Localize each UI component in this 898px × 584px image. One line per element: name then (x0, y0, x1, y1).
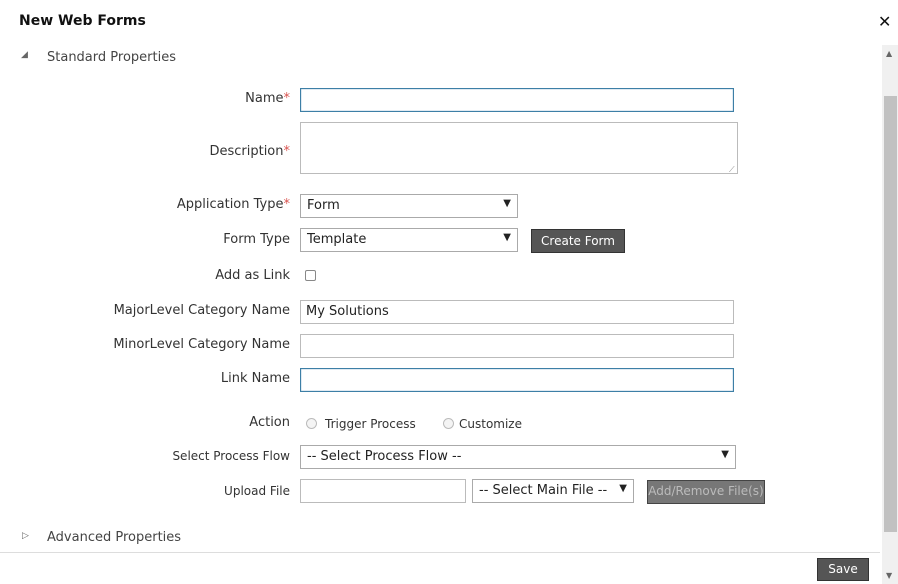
name-input[interactable] (300, 88, 734, 112)
process-flow-select[interactable]: -- Select Process Flow -- ▼ (300, 445, 736, 469)
minor-category-input[interactable] (300, 334, 734, 358)
customize-radio[interactable] (443, 418, 454, 429)
chevron-down-icon: ▼ (721, 449, 729, 460)
major-category-input[interactable]: My Solutions (300, 300, 734, 324)
dialog-title: New Web Forms (19, 13, 146, 29)
close-icon[interactable]: ✕ (878, 12, 891, 31)
form-type-value: Template (307, 232, 367, 247)
create-form-button[interactable]: Create Form (531, 229, 625, 253)
scroll-up-icon[interactable]: ▲ (886, 49, 892, 58)
description-textarea[interactable] (300, 122, 738, 174)
major-category-label: MajorLevel Category Name (113, 303, 290, 318)
scrollbar-thumb[interactable] (884, 96, 897, 532)
scroll-down-icon[interactable]: ▼ (886, 571, 892, 580)
section-standard-properties[interactable]: Standard Properties (47, 50, 176, 65)
application-type-label: Application Type* (176, 197, 290, 212)
trigger-process-label: Trigger Process (325, 417, 416, 431)
customize-label: Customize (459, 417, 522, 431)
minor-category-label: MinorLevel Category Name (113, 337, 290, 352)
chevron-down-icon: ▼ (503, 232, 511, 243)
form-type-label: Form Type (223, 232, 290, 247)
chevron-down-icon: ▼ (619, 483, 627, 494)
link-name-input[interactable] (300, 368, 734, 392)
add-as-link-label: Add as Link (215, 268, 290, 283)
process-flow-value: -- Select Process Flow -- (307, 449, 462, 464)
resize-handle-icon[interactable]: ⟋ (729, 165, 735, 175)
save-button[interactable]: Save (817, 558, 869, 581)
process-flow-label: Select Process Flow (172, 449, 290, 463)
name-label: Name* (245, 91, 290, 106)
main-file-select[interactable]: -- Select Main File -- ▼ (472, 479, 634, 503)
section-advanced-properties[interactable]: Advanced Properties (47, 530, 181, 545)
form-type-select[interactable]: Template ▼ (300, 228, 518, 252)
main-file-value: -- Select Main File -- (479, 483, 608, 498)
application-type-select[interactable]: Form ▼ (300, 194, 518, 218)
triangle-collapsed-icon[interactable]: ▷ (22, 531, 29, 541)
application-type-value: Form (307, 198, 340, 213)
action-label: Action (249, 415, 290, 430)
upload-file-label: Upload File (224, 484, 290, 498)
link-name-label: Link Name (220, 371, 290, 386)
trigger-process-radio[interactable] (306, 418, 317, 429)
description-label: Description* (209, 144, 290, 159)
add-as-link-checkbox[interactable] (305, 270, 316, 281)
triangle-expanded-icon[interactable]: ◢ (21, 50, 28, 60)
footer-divider (0, 552, 880, 553)
upload-file-input[interactable] (300, 479, 466, 503)
add-remove-files-button[interactable]: Add/Remove File(s) (647, 480, 765, 504)
chevron-down-icon: ▼ (503, 198, 511, 209)
